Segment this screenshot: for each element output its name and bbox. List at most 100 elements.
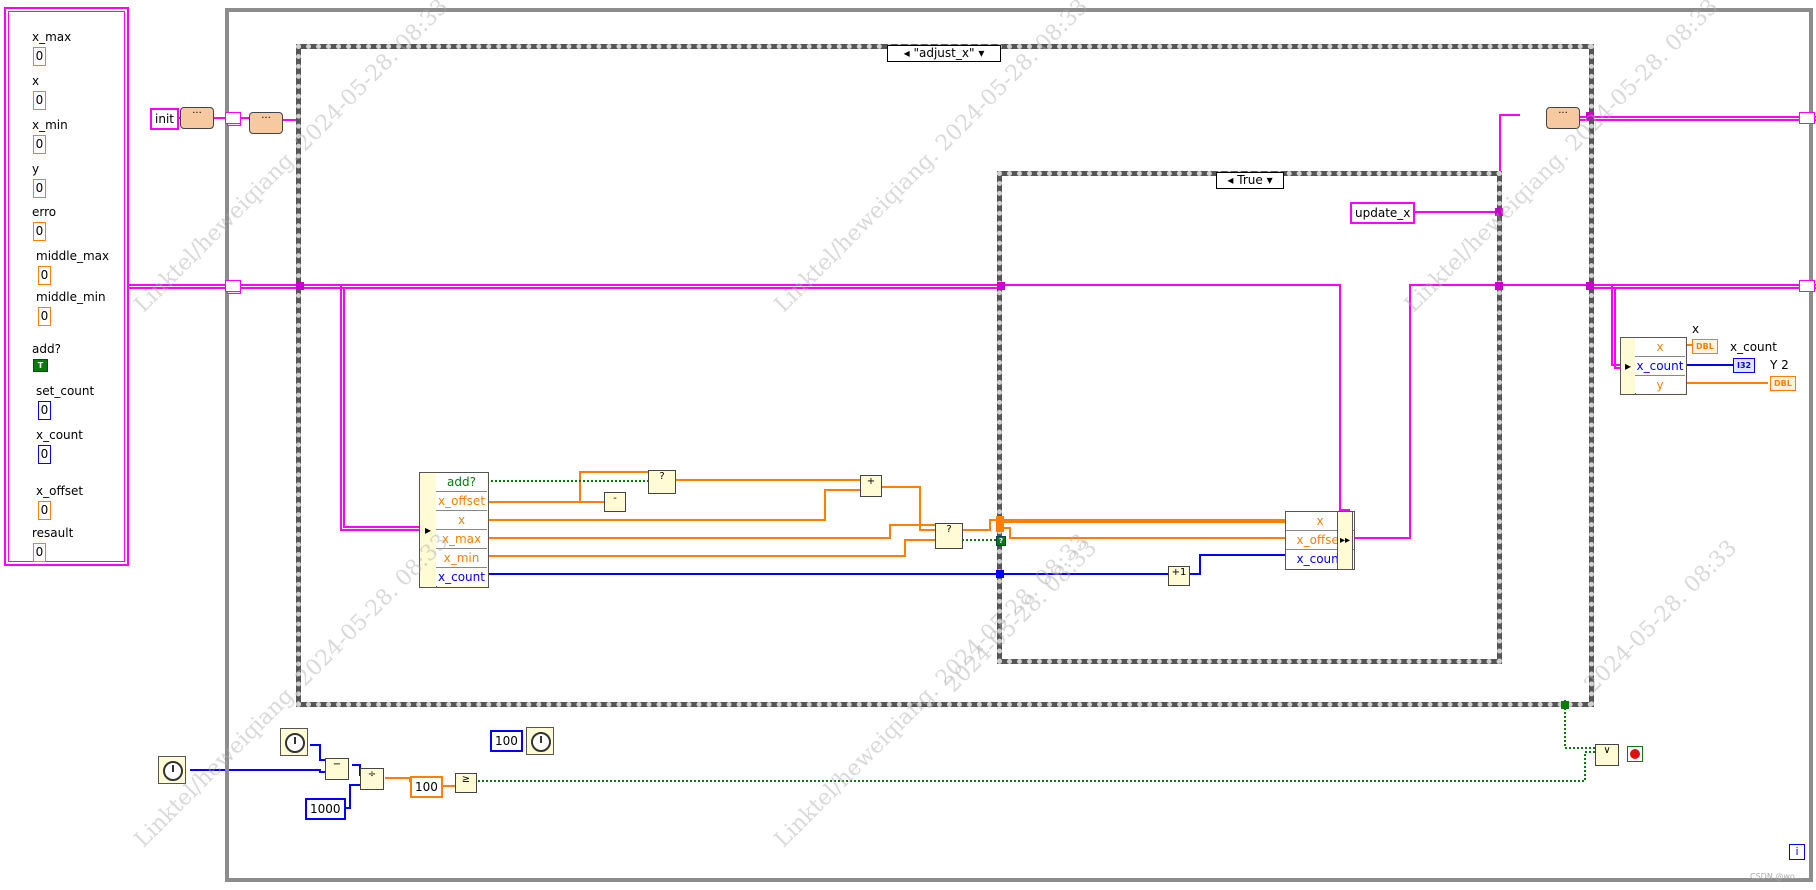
wait-ms-icon[interactable]	[526, 727, 554, 755]
field-x-count: x_count	[438, 570, 485, 584]
enqueue-icon[interactable]: ···	[180, 107, 214, 129]
outer-case-selector[interactable]: ◂ "adjust_x" ▾	[887, 45, 1001, 62]
case-tunnel-pink-4	[1586, 282, 1594, 290]
wait-face	[531, 732, 551, 752]
control-value-middle-min[interactable]: 0	[38, 307, 51, 326]
selector-left-arrow: ◂	[1227, 173, 1234, 187]
field-add: add?	[436, 473, 487, 492]
right-field-x-count: x_count	[1635, 357, 1685, 376]
indicator-y2-label: Y 2	[1770, 358, 1789, 372]
case-tunnel-blue	[996, 570, 1004, 578]
subtract-function[interactable]: −	[325, 758, 349, 780]
control-label-set-count: set_count	[36, 384, 95, 398]
indicator-y2-terminal[interactable]: DBL	[1770, 376, 1796, 391]
indicator-x-count-terminal[interactable]: I32	[1733, 358, 1756, 373]
bundle-output-terminal: ▸▸	[1337, 511, 1353, 570]
const-100-compare[interactable]: 100	[410, 776, 443, 798]
shift-register-left-1	[225, 112, 241, 124]
init-string-constant[interactable]: init	[150, 108, 179, 130]
control-label-erro: erro	[32, 205, 57, 219]
select-function[interactable]: ?	[648, 470, 676, 494]
control-label-add-: add?	[32, 342, 61, 356]
control-value-x[interactable]: 0	[33, 91, 46, 110]
unbundle-by-name-left[interactable]: ▸ add? x_offset x x_max x_min x_count	[419, 472, 489, 588]
right-field-y: y	[1656, 378, 1664, 392]
update-x-string-constant[interactable]: update_x	[1350, 202, 1416, 224]
outer-case-label: "adjust_x"	[913, 46, 975, 60]
control-label-x-min: x_min	[32, 118, 68, 132]
selector-dropdown-arrow: ▾	[978, 46, 985, 60]
control-value-middle-max[interactable]: 0	[38, 266, 51, 285]
control-label-x-count: x_count	[36, 428, 83, 442]
control-label-x: x	[32, 74, 40, 88]
enqueue-icon-dots: ···	[192, 108, 202, 119]
enqueue-right-icon[interactable]: ···	[1546, 107, 1580, 129]
or-function[interactable]: ∨	[1595, 744, 1619, 766]
unbundle-arrow: ▸	[424, 523, 432, 537]
control-value-set-count[interactable]: 0	[38, 401, 51, 420]
case-tunnel-pink-3	[1495, 282, 1503, 290]
control-value-x-offset[interactable]: 0	[38, 501, 51, 520]
unbundle-right-arrow-bar: ▸	[1621, 338, 1636, 394]
error-tunnel	[1561, 701, 1569, 709]
control-label-x-offset: x_offset	[36, 484, 84, 498]
footer-credit: CSDN @wo...	[1750, 872, 1803, 881]
greater-equal-function[interactable]: ≥	[455, 773, 477, 793]
control-value-resault[interactable]: 0	[33, 543, 46, 562]
shift-register-left-2	[225, 280, 241, 292]
queue-element-icon[interactable]: ···	[249, 112, 283, 134]
selector-left-arrow: ◂	[903, 46, 910, 60]
divide-symbol: ÷	[367, 769, 377, 780]
control-label-y: y	[32, 162, 40, 176]
or-symbol: ∨	[1603, 745, 1611, 756]
add-function[interactable]: +	[860, 475, 882, 497]
const-100-wait[interactable]: 100	[490, 730, 523, 752]
divide-function[interactable]: ÷	[360, 768, 384, 790]
control-value-y[interactable]: 0	[33, 179, 46, 198]
in-range-coerce-function[interactable]: ?	[935, 523, 963, 549]
field-x-min: x_min	[436, 549, 487, 568]
enqueue-right-dots: ···	[1558, 108, 1568, 119]
control-value-x-min[interactable]: 0	[33, 135, 46, 154]
in-range-symbol: ?	[946, 524, 952, 535]
case-tunnel-pink-1	[296, 282, 304, 290]
case-tunnel-orange	[996, 516, 1004, 532]
control-value-x-count[interactable]: 0	[38, 445, 51, 464]
const-1000[interactable]: 1000	[305, 798, 346, 820]
increment-function[interactable]: +1	[1168, 566, 1190, 586]
inner-case-label: True	[1237, 173, 1263, 187]
queue-element-dots: ···	[261, 113, 271, 124]
clock-face	[285, 733, 305, 753]
control-label-middle-min: middle_min	[36, 290, 106, 304]
field-x: x	[436, 511, 487, 530]
unbundle-right-fields: x x_count y	[1635, 338, 1685, 393]
control-value-x-max[interactable]: 0	[33, 47, 46, 66]
control-label-middle-max: middle_max	[36, 249, 110, 263]
tick-count-icon-2[interactable]	[280, 728, 308, 756]
right-field-x: x	[1635, 338, 1685, 357]
control-label-resault: resault	[32, 526, 74, 540]
control-value-add-[interactable]: T	[33, 359, 48, 372]
negate-function[interactable]: -	[604, 492, 626, 512]
control-value-erro[interactable]: 0	[33, 222, 46, 241]
field-x-max: x_max	[436, 530, 487, 549]
bundle-output-arrow: ▸▸	[1339, 535, 1351, 546]
shift-register-right-1	[1799, 112, 1815, 124]
loop-stop-terminal[interactable]	[1627, 746, 1643, 762]
inner-case-structure	[997, 171, 1502, 664]
case-tunnel-pink-6	[1586, 112, 1594, 120]
tick-count-icon[interactable]	[158, 756, 186, 784]
case-tunnel-pink-2	[997, 282, 1005, 290]
indicator-x-label: x	[1692, 322, 1700, 336]
indicator-x-count-label: x_count	[1730, 340, 1777, 354]
indicator-x-terminal[interactable]: DBL	[1692, 339, 1718, 354]
controls-panel	[4, 7, 129, 566]
iteration-terminal: i	[1789, 844, 1805, 860]
unbundle-right-arrow: ▸	[1624, 359, 1632, 373]
add-symbol: +	[866, 476, 876, 487]
select-symbol: ?	[659, 471, 665, 482]
inner-case-selector[interactable]: ◂ True ▾	[1216, 172, 1284, 189]
greater-equal-symbol: ≥	[461, 774, 471, 785]
unbundle-by-name-right[interactable]: ▸ x x_count y	[1620, 337, 1687, 395]
control-label-x-max: x_max	[32, 30, 72, 44]
